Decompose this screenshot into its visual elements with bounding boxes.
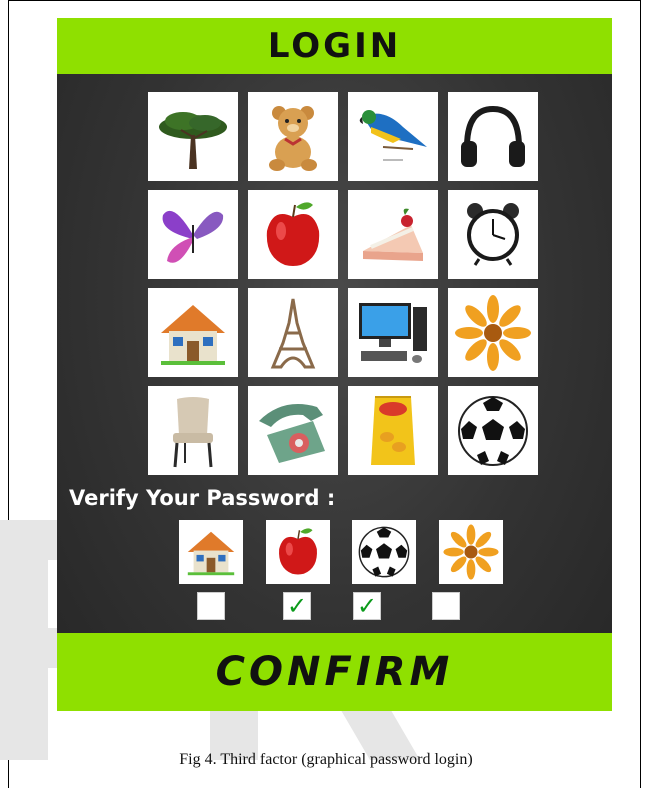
apple-icon (266, 201, 320, 266)
header-bar: LOGIN (57, 18, 612, 74)
parrot-icon (359, 109, 427, 161)
verify-password-label: Verify Your Password : (69, 486, 336, 510)
chair-icon (173, 396, 213, 467)
chips-icon (371, 395, 415, 465)
butterfly-icon (162, 210, 224, 263)
checkbox-flower[interactable] (432, 592, 460, 620)
tree-icon (159, 111, 227, 169)
checkbox-soccer-ball[interactable]: ✓ (353, 592, 381, 620)
login-app: LOGIN Verify Your Password: ✓ ✓ CONFIRM (57, 18, 612, 711)
tile-teddy-bear[interactable] (248, 92, 338, 181)
checkbox-house[interactable] (197, 592, 225, 620)
frame-border-right (640, 0, 641, 788)
soccer-ball-icon (458, 395, 528, 466)
image-grid (148, 92, 538, 475)
tile-chair[interactable] (148, 386, 238, 475)
house-icon (187, 531, 235, 576)
login-title: LOGIN (267, 26, 402, 66)
eiffel-tower-icon (270, 298, 316, 368)
selected-house[interactable] (179, 520, 243, 584)
flower-icon (443, 524, 499, 580)
frame-border-top (8, 0, 641, 1)
selected-apple[interactable] (266, 520, 330, 584)
selected-soccer-ball[interactable] (352, 520, 416, 584)
flower-icon (455, 294, 531, 371)
cake-icon (363, 208, 423, 261)
tile-soccer-ball[interactable] (448, 386, 538, 475)
apple-icon (279, 528, 317, 575)
tile-apple[interactable] (248, 190, 338, 279)
headphones-icon (461, 105, 525, 167)
tile-headphones[interactable] (448, 92, 538, 181)
telephone-icon (259, 403, 325, 463)
selected-images (179, 520, 519, 584)
checkbox-apple[interactable]: ✓ (283, 592, 311, 620)
tile-house[interactable] (148, 288, 238, 377)
soccer-ball-icon (358, 526, 410, 578)
tile-tree[interactable] (148, 92, 238, 181)
house-icon (161, 304, 225, 365)
tile-butterfly[interactable] (148, 190, 238, 279)
tile-cake[interactable] (348, 190, 438, 279)
tile-parrot[interactable] (348, 92, 438, 181)
tile-flower[interactable] (448, 288, 538, 377)
computer-icon (359, 302, 427, 363)
tile-telephone[interactable] (248, 386, 338, 475)
selected-flower[interactable] (439, 520, 503, 584)
tile-alarm-clock[interactable] (448, 190, 538, 279)
alarm-clock-icon (467, 202, 519, 266)
teddy-bear-icon (269, 105, 317, 171)
confirm-button[interactable]: CONFIRM (57, 633, 612, 711)
confirm-label: CONFIRM (215, 649, 454, 695)
tile-eiffel-tower[interactable] (248, 288, 338, 377)
figure-caption: Fig 4. Third factor (graphical password … (179, 751, 473, 768)
tile-computer[interactable] (348, 288, 438, 377)
tile-chips[interactable] (348, 386, 438, 475)
